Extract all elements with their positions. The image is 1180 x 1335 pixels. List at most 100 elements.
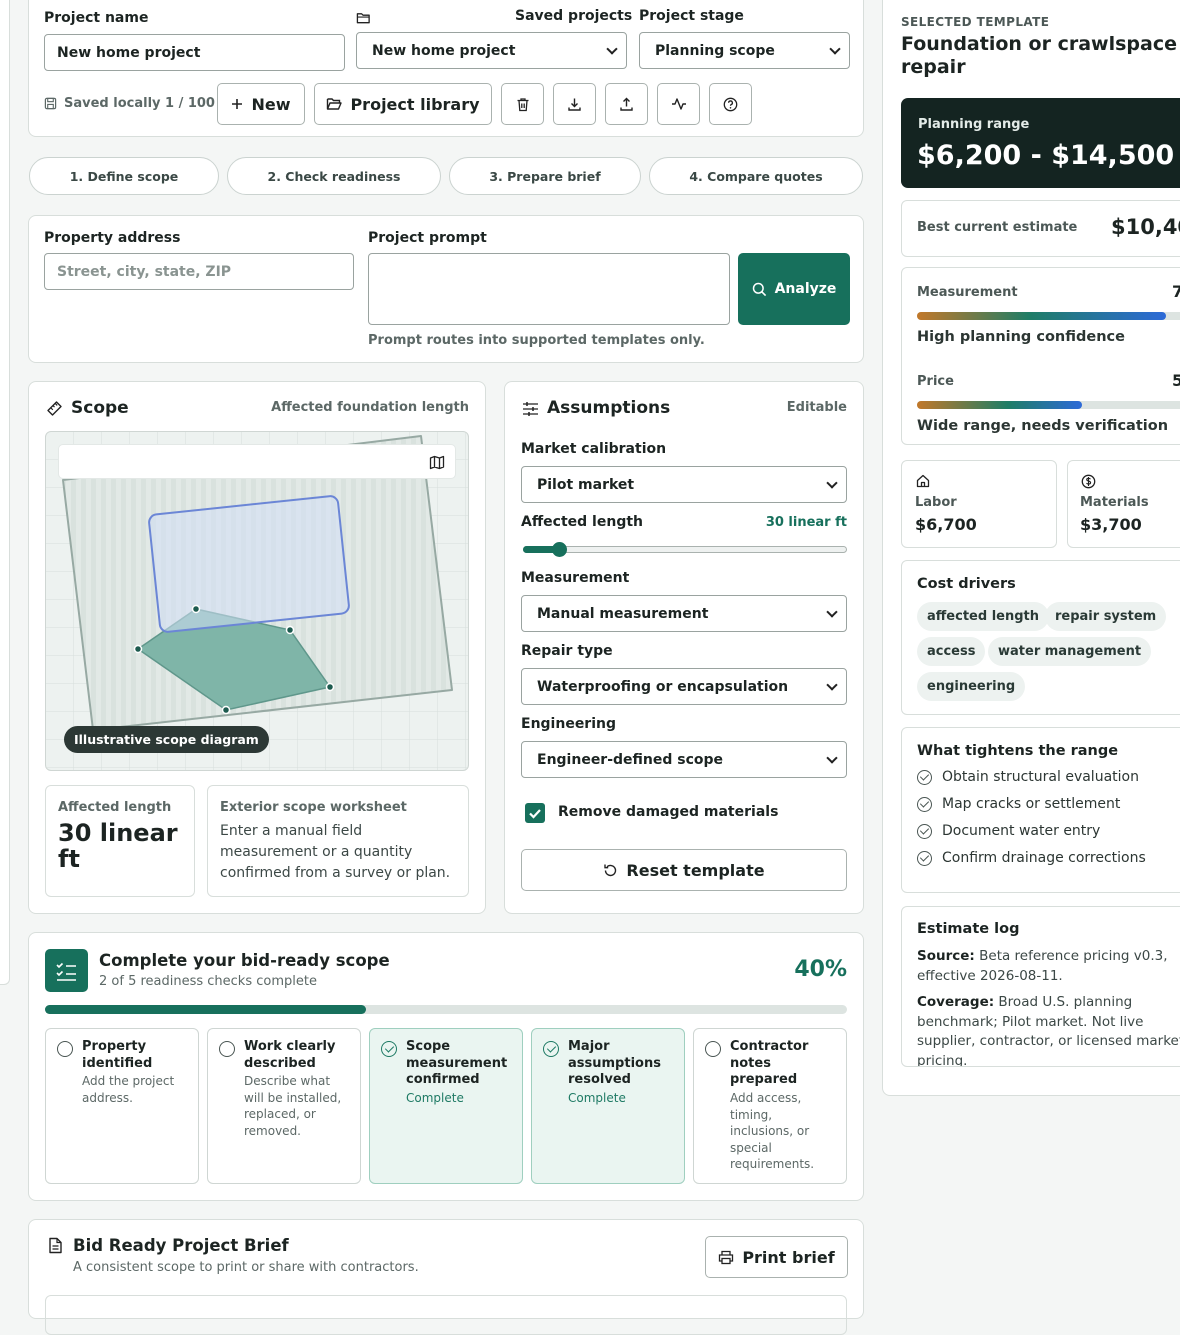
ruler-icon [46,400,63,417]
readiness-item-desc: Describe what will be installed, replace… [244,1074,342,1138]
address-label: Property address [44,230,181,246]
repair-value: Waterproofing or encapsulation [537,678,789,695]
readiness-item[interactable]: Property identified Add the project addre… [45,1028,199,1184]
length-slider[interactable] [523,541,847,557]
measurement-select[interactable]: Manual measurement [521,595,847,632]
readiness-progress [45,1005,847,1014]
print-brief-button[interactable]: Print brief [705,1236,848,1278]
price-conf-value: 5 [1172,371,1180,390]
readiness-item[interactable]: Work clearly described Describe what will… [207,1028,361,1184]
engineering-label: Engineering [521,716,616,732]
reset-template-button[interactable]: Reset template [521,849,847,891]
scope-title: Scope [71,398,129,418]
readiness-item-title: Scope measurement confirmed [406,1039,508,1087]
printer-icon [719,1250,734,1264]
new-project-button[interactable]: New [217,83,305,125]
readiness-item[interactable]: Major assumptions resolved Complete [531,1028,685,1184]
brief-title: Bid Ready Project Brief [73,1236,289,1255]
repair-select[interactable]: Waterproofing or encapsulation [521,668,847,705]
worksheet-text: Enter a manual field measurement or a qu… [220,823,451,881]
log-coverage: Coverage: Broad U.S. planning benchmark;… [917,993,1180,1066]
project-library-label: Project library [350,94,480,114]
readiness-item-desc: Complete [568,1091,626,1105]
project-header-card: Project name New home project Saved proj… [28,0,864,137]
slider-track [523,546,847,553]
readiness-title: Complete your bid-ready scope [99,951,390,970]
measurement-conf-value: 7 [1172,282,1180,301]
tighten-text: Obtain structural evaluation [942,769,1139,785]
map-search-bar[interactable] [58,444,456,479]
trash-icon [517,97,528,111]
check-circle-icon [381,1041,397,1057]
readiness-item-title: Major assumptions resolved [568,1039,661,1087]
help-icon [723,97,738,111]
remove-damaged-checkbox[interactable] [525,803,545,823]
readiness-item-desc: Add the project address. [82,1074,175,1105]
engineering-select[interactable]: Engineer-defined scope [521,741,847,778]
project-stage-select[interactable]: Planning scope [639,32,850,69]
activity-button[interactable] [657,83,700,125]
measurement-bar-fill [917,312,1167,320]
price-bar-fill [917,401,1083,409]
measurement-conf-label: Measurement [917,285,1018,300]
saved-count: 1 / 100 [165,96,215,111]
check-icon [529,809,541,819]
log-title: Estimate log [917,921,1020,937]
step-check-readiness[interactable]: 2. Check readiness [227,157,441,195]
tighten-title: What tightens the range [917,743,1119,759]
scope-diagram: Illustrative scope diagram [45,431,469,771]
length-metric-box: Affected length 30 linear ft [45,785,195,897]
length-label: Affected length [521,514,643,530]
metric-label: Affected length [58,800,172,815]
saved-projects-value: New home project [372,42,516,59]
step-compare-quotes[interactable]: 4. Compare quotes [649,157,863,195]
best-value: $10,40 [1111,215,1180,239]
check-circle-icon [917,769,932,785]
step-prepare-brief[interactable]: 3. Prepare brief [449,157,641,195]
readiness-item[interactable]: Scope measurement confirmed Complete [369,1028,523,1184]
range-value: $6,200 - $14,500 [917,140,1175,171]
assumptions-title: Assumptions [547,398,671,418]
coverage-label: Coverage: [917,994,995,1010]
address-input[interactable]: Street, city, state, ZIP [44,253,354,290]
driver-tag: repair system [1045,602,1167,631]
price-conf-label: Price [917,374,954,389]
labor-value: $6,700 [915,515,977,534]
readiness-item-title: Work clearly described [244,1039,336,1071]
market-select[interactable]: Pilot market [521,466,847,503]
price-bar [917,401,1180,409]
best-label: Best current estimate [917,220,1078,235]
radio-circle-icon [57,1041,73,1057]
help-button[interactable] [709,83,752,125]
selected-template-label: SELECTED TEMPLATE [901,15,1050,29]
chevron-down-icon [829,42,841,55]
brief-content-box [45,1295,847,1335]
slider-thumb[interactable] [551,542,567,557]
chevron-down-icon [826,605,838,618]
materials-box: Materials $3,700 [1067,460,1180,548]
plus-icon [232,99,243,109]
chevron-down-icon [826,678,838,691]
upload-button[interactable] [605,83,648,125]
best-estimate-box: Best current estimate $10,40 [901,200,1180,257]
reset-icon [604,864,617,876]
print-label: Print brief [742,1247,835,1267]
delete-button[interactable] [501,83,544,125]
download-button[interactable] [553,83,596,125]
reset-label: Reset template [626,860,765,880]
checklist-icon [45,949,88,992]
check-circle-icon [917,823,932,839]
analyze-button[interactable]: Analyze [738,253,850,325]
step-define-scope[interactable]: 1. Define scope [29,157,219,195]
project-name-input[interactable]: New home project [44,34,345,71]
cost-drivers-box: Cost drivers affected length repair syst… [901,560,1180,715]
project-library-button[interactable]: Project library [314,83,492,125]
readiness-item-desc: Add access, timing, inclusions, or speci… [730,1091,815,1171]
driver-tag: access [917,637,986,666]
length-value: 30 linear ft [765,515,847,530]
readiness-subtitle: 2 of 5 readiness checks complete [99,974,317,989]
prompt-textarea[interactable] [368,253,730,325]
readiness-item[interactable]: Contractor notes prepared Add access, tim… [693,1028,847,1184]
saved-projects-select[interactable]: New home project [356,32,627,69]
save-icon [44,97,57,110]
